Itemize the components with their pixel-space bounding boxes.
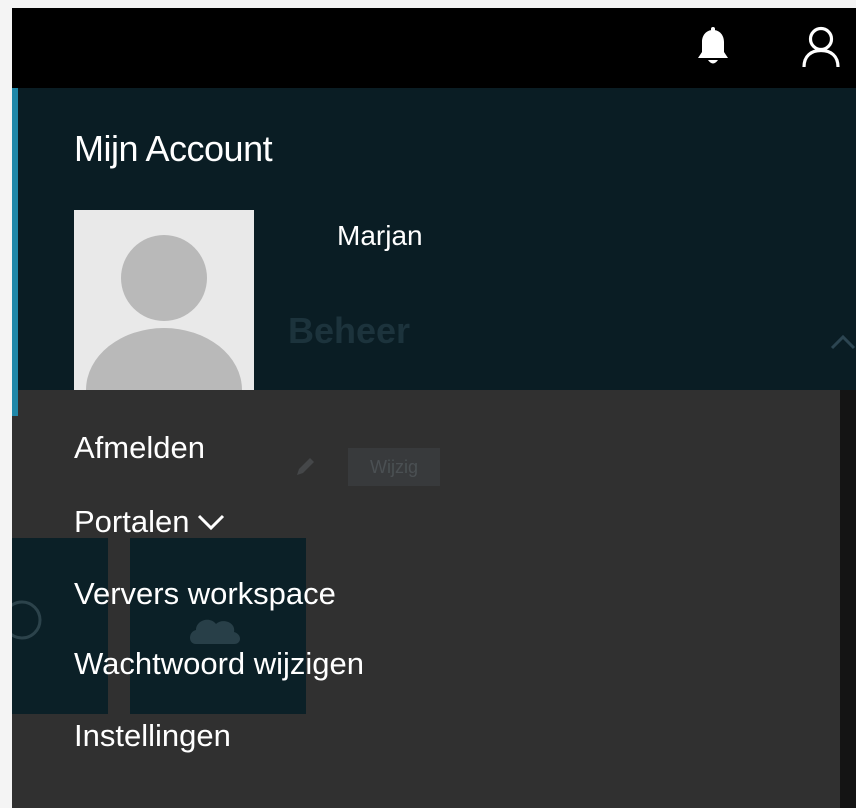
menu-item-label: Portalen bbox=[74, 504, 190, 539]
chevron-down-icon bbox=[197, 513, 225, 531]
user-name: Marjan bbox=[337, 220, 423, 251]
account-title: Mijn Account bbox=[74, 128, 273, 169]
account-flyout: Beheer Wijzig Mijn Account Marjan Afmeld… bbox=[12, 8, 856, 808]
menu-item-portalen[interactable]: Portalen bbox=[74, 504, 225, 540]
top-bar bbox=[12, 8, 856, 88]
default-avatar-icon bbox=[74, 210, 254, 390]
menu-item-label: Wachtwoord wijzigen bbox=[74, 646, 365, 681]
chevron-up-icon bbox=[830, 334, 856, 355]
pencil-icon bbox=[294, 454, 318, 483]
menu-item-label: Instellingen bbox=[74, 718, 231, 753]
bell-icon[interactable] bbox=[688, 22, 738, 72]
menu-item-wachtwoord-wijzigen[interactable]: Wachtwoord wijzigen bbox=[74, 646, 364, 682]
background-edit-button: Wijzig bbox=[348, 448, 440, 486]
menu-item-label: Afmelden bbox=[74, 430, 205, 465]
background-tile bbox=[12, 538, 108, 714]
background-section-title: Beheer bbox=[288, 310, 411, 351]
background-tile bbox=[130, 538, 306, 714]
menu-item-label: Ververs workspace bbox=[74, 576, 336, 611]
menu-item-ververs-workspace[interactable]: Ververs workspace bbox=[74, 576, 336, 612]
user-icon[interactable] bbox=[796, 22, 846, 72]
avatar bbox=[74, 210, 254, 390]
menu-item-instellingen[interactable]: Instellingen bbox=[74, 718, 231, 754]
background-panel-edge bbox=[840, 390, 856, 808]
menu-item-afmelden[interactable]: Afmelden bbox=[74, 430, 205, 466]
accent-strip bbox=[12, 88, 18, 416]
